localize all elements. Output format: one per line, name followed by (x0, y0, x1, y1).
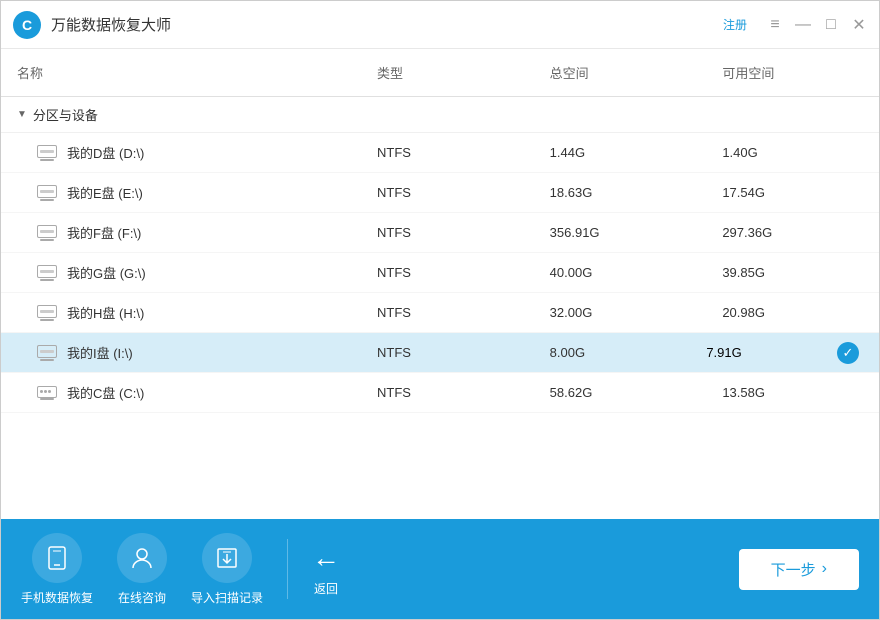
cdrive-icon (37, 386, 57, 400)
row-free-cell: 297.36G (706, 217, 879, 248)
main-content: 名称 类型 总空间 可用空间 ▼ 分区与设备 我的D盘 (D:\) (1, 49, 879, 519)
table-header: 名称 类型 总空间 可用空间 (1, 49, 879, 97)
back-label: 返回 (314, 580, 338, 597)
row-name-cell: 我的H盘 (H:\) (1, 295, 361, 330)
row-free-cell: 1.40G (706, 137, 879, 168)
section-header: ▼ 分区与设备 (1, 97, 879, 133)
row-total-cell: 1.44G (534, 137, 707, 168)
row-free-cell: 20.98G (706, 297, 879, 328)
row-total-cell: 356.91G (534, 217, 707, 248)
row-type-cell: NTFS (361, 337, 534, 368)
col-type: 类型 (361, 57, 534, 88)
person-icon (117, 533, 167, 583)
row-free-cell: 7.91G ✓ (706, 342, 879, 364)
phone-recovery-label: 手机数据恢复 (21, 589, 93, 606)
partition-icon (37, 185, 57, 201)
row-type-cell: NTFS (361, 217, 534, 248)
table-row[interactable]: 我的G盘 (G:\) NTFS 40.00G 39.85G (1, 253, 879, 293)
close-button[interactable]: ✕ (851, 17, 867, 33)
back-arrow-icon: ← (312, 542, 340, 574)
row-name-cell: 我的E盘 (E:\) (1, 175, 361, 210)
row-name-cell: 我的F盘 (F:\) (1, 215, 361, 250)
row-free-cell: 13.58G (706, 377, 879, 408)
next-button[interactable]: 下一步 › (739, 549, 859, 590)
row-type-cell: NTFS (361, 297, 534, 328)
titlebar: C 万能数据恢复大师 注册 ≡ — □ ✕ (1, 1, 879, 49)
row-total-cell: 8.00G (534, 337, 707, 368)
col-free: 可用空间 (706, 57, 879, 88)
row-name-cell: 我的G盘 (G:\) (1, 255, 361, 290)
table-row-selected[interactable]: 我的I盘 (I:\) NTFS 8.00G 7.91G ✓ (1, 333, 879, 373)
table-row[interactable]: 我的H盘 (H:\) NTFS 32.00G 20.98G (1, 293, 879, 333)
phone-icon (32, 533, 82, 583)
toolbar-divider (287, 539, 288, 599)
table-row[interactable]: 我的E盘 (E:\) NTFS 18.63G 17.54G (1, 173, 879, 213)
row-name-cell: 我的I盘 (I:\) (1, 335, 361, 370)
section-arrow-icon: ▼ (17, 109, 27, 120)
col-total: 总空间 (534, 57, 707, 88)
partition-icon (37, 225, 57, 241)
row-type-cell: NTFS (361, 377, 534, 408)
partition-icon (37, 265, 57, 281)
import-icon (202, 533, 252, 583)
row-type-cell: NTFS (361, 177, 534, 208)
back-button[interactable]: ← 返回 (312, 542, 340, 597)
bottom-toolbar: 手机数据恢复 在线咨询 导入扫描记录 (1, 519, 879, 619)
menu-button[interactable]: ≡ (767, 17, 783, 33)
app-title: 万能数据恢复大师 (51, 14, 723, 35)
selected-check-icon: ✓ (837, 342, 859, 364)
table-container: 名称 类型 总空间 可用空间 ▼ 分区与设备 我的D盘 (D:\) (1, 49, 879, 519)
row-name-cell: 我的C盘 (C:\) (1, 375, 361, 410)
table-row[interactable]: 我的C盘 (C:\) NTFS 58.62G 13.58G (1, 373, 879, 413)
row-type-cell: NTFS (361, 257, 534, 288)
partition-icon (37, 145, 57, 161)
row-total-cell: 58.62G (534, 377, 707, 408)
phone-recovery-button[interactable]: 手机数据恢复 (21, 533, 93, 606)
online-consult-label: 在线咨询 (118, 589, 166, 606)
next-label: 下一步 (771, 559, 816, 580)
online-consult-button[interactable]: 在线咨询 (117, 533, 167, 606)
row-total-cell: 18.63G (534, 177, 707, 208)
minimize-button[interactable]: — (795, 17, 811, 33)
import-scan-label: 导入扫描记录 (191, 589, 263, 606)
row-type-cell: NTFS (361, 137, 534, 168)
next-chevron-icon: › (822, 560, 827, 578)
row-total-cell: 40.00G (534, 257, 707, 288)
import-scan-button[interactable]: 导入扫描记录 (191, 533, 263, 606)
app-logo: C (13, 11, 41, 39)
partition-icon (37, 305, 57, 321)
row-name-cell: 我的D盘 (D:\) (1, 135, 361, 170)
row-free-cell: 17.54G (706, 177, 879, 208)
app-window: C 万能数据恢复大师 注册 ≡ — □ ✕ 名称 类型 总空间 (0, 0, 880, 620)
section-label: 分区与设备 (33, 105, 98, 124)
row-total-cell: 32.00G (534, 297, 707, 328)
col-name: 名称 (1, 57, 361, 88)
table-row[interactable]: 我的D盘 (D:\) NTFS 1.44G 1.40G (1, 133, 879, 173)
row-free-cell: 39.85G (706, 257, 879, 288)
register-link[interactable]: 注册 (723, 16, 747, 33)
partition-icon (37, 345, 57, 361)
window-controls: 注册 ≡ — □ ✕ (723, 16, 867, 33)
maximize-button[interactable]: □ (823, 17, 839, 33)
table-row[interactable]: 我的F盘 (F:\) NTFS 356.91G 297.36G (1, 213, 879, 253)
